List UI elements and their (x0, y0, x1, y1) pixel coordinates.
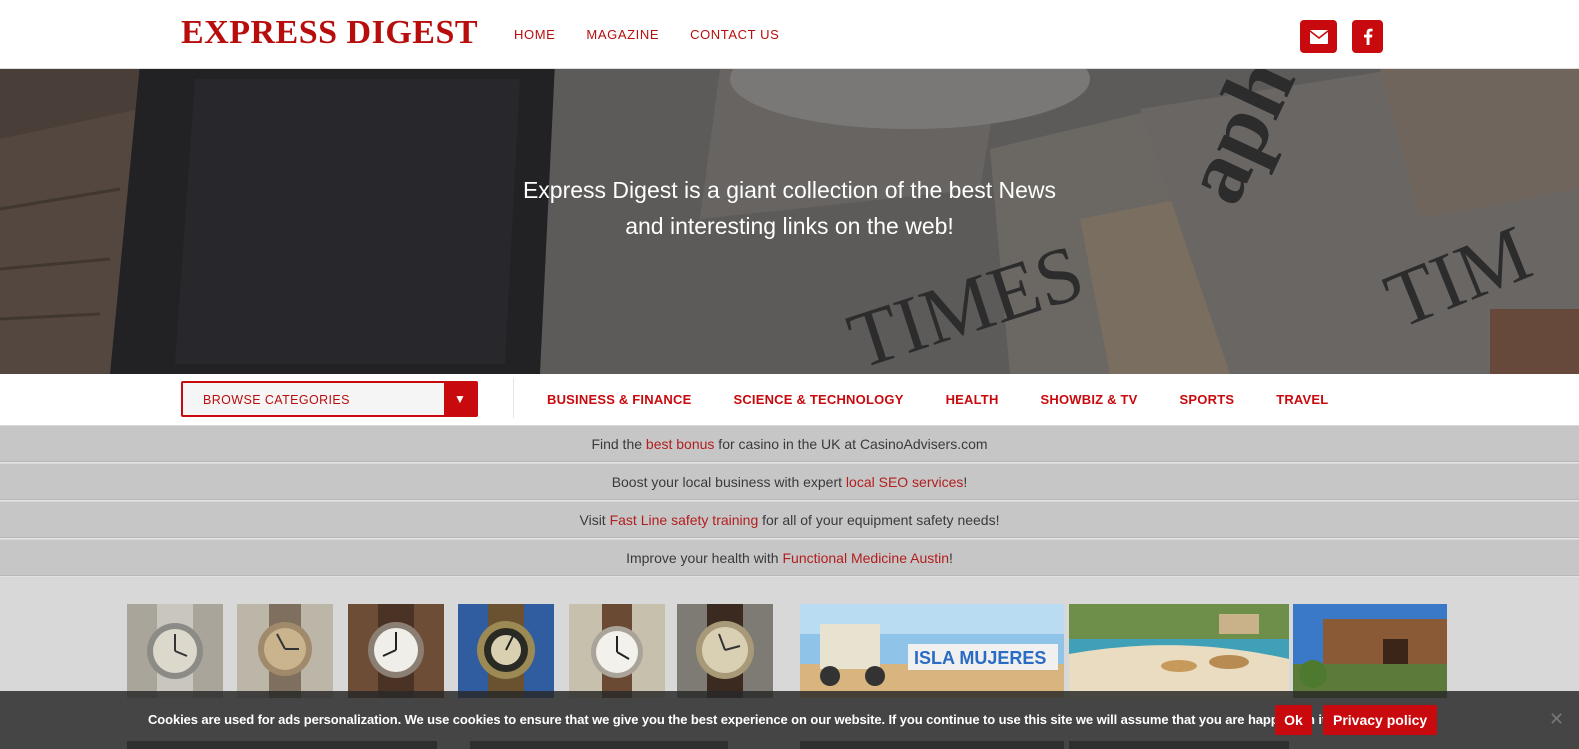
envelope-icon (1309, 29, 1328, 44)
browse-categories-label: BROWSE CATEGORIES (203, 393, 350, 407)
article-thumbnail[interactable] (348, 604, 444, 698)
category-sports[interactable]: SPORTS (1180, 392, 1235, 407)
category-divider (513, 378, 514, 418)
nav-contact-us[interactable]: CONTACT US (690, 27, 779, 42)
article-thumbnail[interactable] (1293, 604, 1447, 698)
privacy-policy-button[interactable]: Privacy policy (1323, 705, 1438, 735)
browse-categories-dropdown[interactable]: BROWSE CATEGORIES ▼ (181, 381, 478, 417)
hero-banner: aph TIMES TIM Express Digest is a giant … (0, 69, 1579, 374)
cookie-consent-bar: Cookies are used for ads personalization… (0, 691, 1579, 749)
article-thumbnail[interactable] (677, 604, 773, 698)
promo-row: Visit Fast Line safety training for all … (0, 501, 1579, 538)
watch-image (677, 604, 773, 698)
beach-image (1069, 604, 1289, 698)
nav-home[interactable]: HOME (514, 27, 555, 42)
watch-image (237, 604, 333, 698)
promo-text: Visit (579, 512, 610, 528)
article-thumbnail[interactable]: ISLA MUJERES (800, 604, 1064, 698)
facebook-button[interactable] (1352, 20, 1383, 53)
category-science-technology[interactable]: SCIENCE & TECHNOLOGY (733, 392, 903, 407)
promo-row: Find the best bonus for casino in the UK… (0, 425, 1579, 462)
site-logo[interactable]: EXPRESS DIGEST (181, 14, 478, 52)
promo-link[interactable]: best bonus (646, 436, 715, 452)
hero-tagline: Express Digest is a giant collection of … (0, 172, 1579, 244)
cookie-ok-button[interactable]: Ok (1275, 705, 1312, 735)
promo-text: Improve your health with (626, 550, 783, 566)
email-button[interactable] (1300, 20, 1337, 53)
category-business-finance[interactable]: BUSINESS & FINANCE (547, 392, 691, 407)
watch-image (348, 604, 444, 698)
promo-text: Find the (591, 436, 646, 452)
category-bar: BROWSE CATEGORIES ▼ BUSINESS & FINANCE S… (0, 374, 1579, 425)
promo-text: for casino in the UK at CasinoAdvisers.c… (714, 436, 988, 452)
promo-text: ! (963, 474, 968, 490)
facebook-icon (1363, 28, 1372, 45)
article-thumbnail[interactable] (458, 604, 554, 698)
promo-text: Boost your local business with expert (611, 474, 846, 490)
hacienda-image (1293, 604, 1447, 698)
promo-link[interactable]: Functional Medicine Austin (782, 550, 949, 566)
hero-tagline-line-2: and interesting links on the web! (625, 213, 954, 239)
promo-row: Improve your health with Functional Medi… (0, 539, 1579, 576)
watch-image (127, 604, 223, 698)
promo-row: Boost your local business with expert lo… (0, 463, 1579, 500)
nav-magazine[interactable]: MAGAZINE (586, 27, 659, 42)
isla-mujeres-image: ISLA MUJERES (800, 604, 1064, 698)
article-thumbnail[interactable] (569, 604, 665, 698)
isla-mujeres-sign: ISLA MUJERES (914, 648, 1046, 668)
article-thumbnail[interactable] (1069, 604, 1289, 698)
watch-image (569, 604, 665, 698)
hero-tagline-line-1: Express Digest is a giant collection of … (522, 177, 1057, 203)
promo-text: ! (949, 550, 953, 566)
category-travel[interactable]: TRAVEL (1276, 392, 1328, 407)
promo-text: for all of your equipment safety needs! (758, 512, 1000, 528)
promo-link[interactable]: Fast Line safety training (610, 512, 759, 528)
article-thumbnail[interactable] (127, 604, 223, 698)
category-links: BUSINESS & FINANCE SCIENCE & TECHNOLOGY … (547, 392, 1370, 407)
main-nav: HOME MAGAZINE CONTACT US (514, 27, 779, 42)
category-health[interactable]: HEALTH (946, 392, 999, 407)
watch-image (458, 604, 554, 698)
cookie-message: Cookies are used for ads personalization… (148, 712, 1330, 727)
dropdown-arrow-icon[interactable]: ▼ (444, 383, 476, 415)
category-showbiz-tv[interactable]: SHOWBIZ & TV (1041, 392, 1138, 407)
promo-link[interactable]: local SEO services (846, 474, 963, 490)
article-thumbnail[interactable] (237, 604, 333, 698)
site-header: EXPRESS DIGEST HOME MAGAZINE CONTACT US (0, 0, 1579, 69)
close-icon[interactable]: ✕ (1549, 709, 1564, 730)
